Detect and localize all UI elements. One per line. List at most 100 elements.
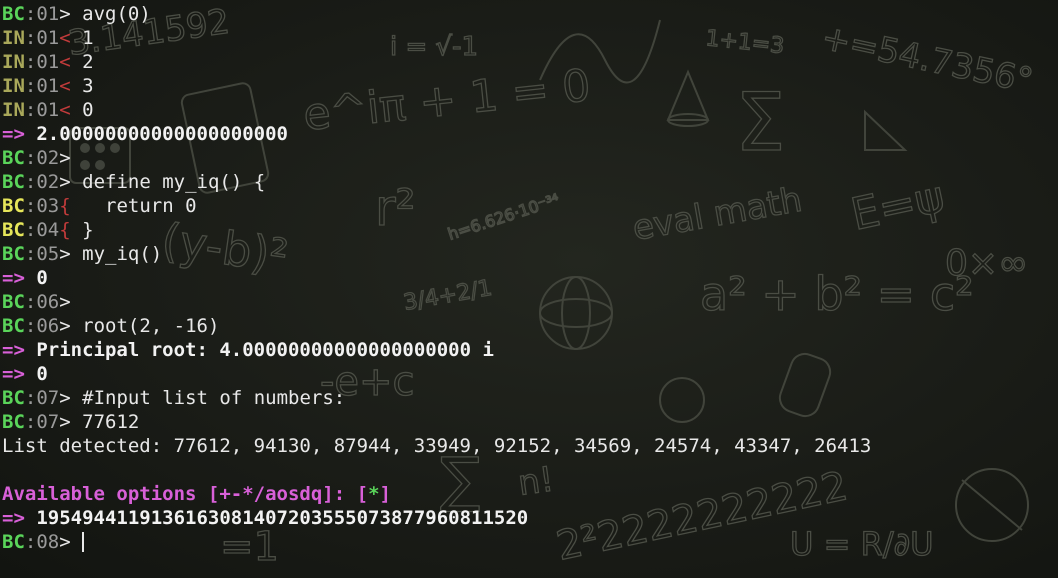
prompt-colon: : xyxy=(24,51,37,73)
prompt-prefix: BC xyxy=(2,147,25,169)
prompt-colon: : xyxy=(24,99,37,121)
terminal-line: BC:06> root(2, -16) xyxy=(2,314,871,338)
output-text: List detected: 77612, 94130, 87944, 3394… xyxy=(2,435,872,457)
prompt-colon: : xyxy=(24,27,37,49)
prompt-number: 03 xyxy=(36,195,60,217)
prompt-number: 04 xyxy=(36,219,60,241)
terminal-line: BC:02> define my_iq() { xyxy=(2,170,871,194)
prompt-suffix: > xyxy=(59,291,71,313)
prompt-number: 01 xyxy=(36,51,60,73)
prompt-suffix: > xyxy=(59,387,71,409)
terminal-output[interactable]: BC:01> avg(0) IN:01< 1 IN:01< 2 IN:01< 3 IN:… xyxy=(2,2,871,554)
prompt-suffix: > xyxy=(59,243,71,265)
result-value: 0 xyxy=(24,267,48,289)
prompt-colon: : xyxy=(24,3,37,25)
result-value: 0 xyxy=(24,363,48,385)
prompt-prefix: BC xyxy=(2,243,25,265)
command-text: 0 xyxy=(70,99,94,121)
prompt-prefix: IN xyxy=(2,27,25,49)
result-value: Principal root: 4.00000000000000000000 i xyxy=(24,339,494,361)
prompt-colon: : xyxy=(24,531,37,553)
terminal-line: BC:02> xyxy=(2,146,871,170)
terminal-line: => Principal root: 4.0000000000000000000… xyxy=(2,338,871,362)
prompt-prefix: BC xyxy=(2,171,25,193)
prompt-colon: : xyxy=(24,243,37,265)
prompt-prefix: BC xyxy=(2,291,25,313)
prompt-number: 08 xyxy=(36,531,60,553)
terminal-line: => 2.00000000000000000000 xyxy=(2,122,871,146)
prompt-colon: : xyxy=(24,411,37,433)
prompt-suffix: > xyxy=(59,147,71,169)
prompt-suffix: > xyxy=(59,531,71,553)
prompt-number: 01 xyxy=(36,75,60,97)
prompt-suffix: < xyxy=(59,75,71,97)
prompt-suffix: < xyxy=(59,51,71,73)
terminal-line: IN:01< 1 xyxy=(2,26,871,50)
command-text: 3 xyxy=(70,75,94,97)
prompt-suffix: > xyxy=(59,171,71,193)
prompt-number: 07 xyxy=(36,411,60,433)
prompt-number: 01 xyxy=(36,27,60,49)
prompt-colon: : xyxy=(24,219,37,241)
result-arrow: => xyxy=(2,339,25,361)
prompt-prefix: IN xyxy=(2,51,25,73)
prompt-suffix: { xyxy=(59,219,71,241)
prompt-number: 07 xyxy=(36,387,60,409)
command-text: define my_iq() { xyxy=(70,171,266,193)
terminal-window[interactable]: 3.141592 i = √-1 1+1=3 +=54.7356° e^iπ +… xyxy=(0,0,1058,578)
terminal-line: BC:06> xyxy=(2,290,871,314)
result-value: 1954944119136163081407203555073877960811… xyxy=(24,507,529,529)
prompt-suffix: > xyxy=(59,411,71,433)
options-selected: * xyxy=(368,483,380,505)
prompt-colon: : xyxy=(24,75,37,97)
chalk-compass-line xyxy=(961,479,1023,531)
command-text: root(2, -16) xyxy=(70,315,220,337)
options-prompt: Available options [+-*/aosdq]: xyxy=(2,483,357,505)
result-value: 2.00000000000000000000 xyxy=(24,123,288,145)
prompt-prefix: BC xyxy=(2,195,25,217)
terminal-line: BC:07> 77612 xyxy=(2,410,871,434)
prompt-suffix: { xyxy=(59,195,71,217)
prompt-prefix: BC xyxy=(2,219,25,241)
command-text: 77612 xyxy=(70,411,140,433)
prompt-colon: : xyxy=(24,171,37,193)
terminal-line: Available options [+-*/aosdq]: [*] xyxy=(2,482,871,506)
terminal-line: BC:08> xyxy=(2,530,871,554)
command-text: avg(0) xyxy=(70,3,151,25)
prompt-prefix: BC xyxy=(2,315,25,337)
prompt-prefix: BC xyxy=(2,531,25,553)
command-text: return 0 xyxy=(70,195,197,217)
prompt-prefix: IN xyxy=(2,99,25,121)
prompt-suffix: > xyxy=(59,315,71,337)
terminal-line: List detected: 77612, 94130, 87944, 3394… xyxy=(2,434,871,458)
prompt-prefix: BC xyxy=(2,387,25,409)
terminal-line: IN:01< 3 xyxy=(2,74,871,98)
command-text: 1 xyxy=(70,27,94,49)
terminal-line: BC:04{ } xyxy=(2,218,871,242)
options-bracket-left: [ xyxy=(356,483,369,505)
result-arrow: => xyxy=(2,123,25,145)
command-text: } xyxy=(70,219,94,241)
terminal-line: BC:07> #Input list of numbers: xyxy=(2,386,871,410)
prompt-prefix: IN xyxy=(2,75,25,97)
terminal-line: => 0 xyxy=(2,362,871,386)
result-arrow: => xyxy=(2,267,25,289)
prompt-number: 06 xyxy=(36,315,60,337)
options-bracket-right: ] xyxy=(379,483,391,505)
terminal-line: BC:03{ return 0 xyxy=(2,194,871,218)
command-text: 2 xyxy=(70,51,94,73)
terminal-line: => 1954944119136163081407203555073877960… xyxy=(2,506,871,530)
prompt-prefix: BC xyxy=(2,3,25,25)
prompt-suffix: < xyxy=(59,27,71,49)
text-cursor[interactable] xyxy=(82,532,85,552)
prompt-colon: : xyxy=(24,315,37,337)
prompt-number: 06 xyxy=(36,291,60,313)
prompt-number: 02 xyxy=(36,147,60,169)
prompt-number: 01 xyxy=(36,3,60,25)
command-text xyxy=(71,531,82,553)
terminal-line: IN:01< 0 xyxy=(2,98,871,122)
prompt-prefix: BC xyxy=(2,411,25,433)
prompt-number: 01 xyxy=(36,99,60,121)
result-arrow: => xyxy=(2,363,25,385)
